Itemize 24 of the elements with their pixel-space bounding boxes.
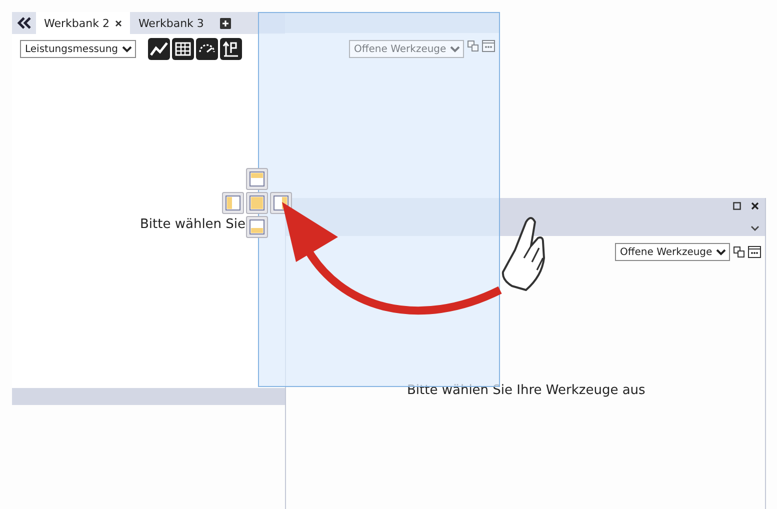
empty-state-message: Bitte wählen Sie <box>140 216 246 232</box>
tool-dropdown[interactable]: Offene Werkzeuge <box>615 243 730 261</box>
hand-cursor-icon <box>502 217 545 291</box>
table-icon[interactable] <box>172 38 194 60</box>
more-icon[interactable] <box>748 246 761 258</box>
tool-dropdown[interactable]: Offene Werkzeuge <box>349 40 464 58</box>
dock-left-button[interactable] <box>222 192 244 214</box>
add-tab-icon[interactable] <box>220 18 231 28</box>
dock-bottom-button[interactable] <box>246 216 268 238</box>
line-chart-icon[interactable] <box>148 38 170 60</box>
tool-dropdown[interactable]: Leistungsmessung <box>20 40 136 58</box>
gauge-icon[interactable] <box>196 38 218 60</box>
windows-icon[interactable] <box>733 246 745 258</box>
double-chevron-left-icon[interactable] <box>16 17 32 29</box>
workbench-tab[interactable]: Werkbank 2 <box>36 12 130 34</box>
dock-center-button[interactable] <box>246 192 268 214</box>
close-icon[interactable] <box>751 202 759 210</box>
maximize-icon[interactable] <box>733 202 741 210</box>
empty-state-message: Bitte wählen Sie Ihre Werkzeuge aus <box>407 383 646 398</box>
workbench-tab[interactable]: Werkbank 3 <box>130 12 212 34</box>
arrow-box-icon[interactable] <box>220 38 242 60</box>
chevron-down-icon[interactable] <box>751 226 759 231</box>
close-icon[interactable] <box>115 20 122 26</box>
dock-top-button[interactable] <box>246 168 268 190</box>
